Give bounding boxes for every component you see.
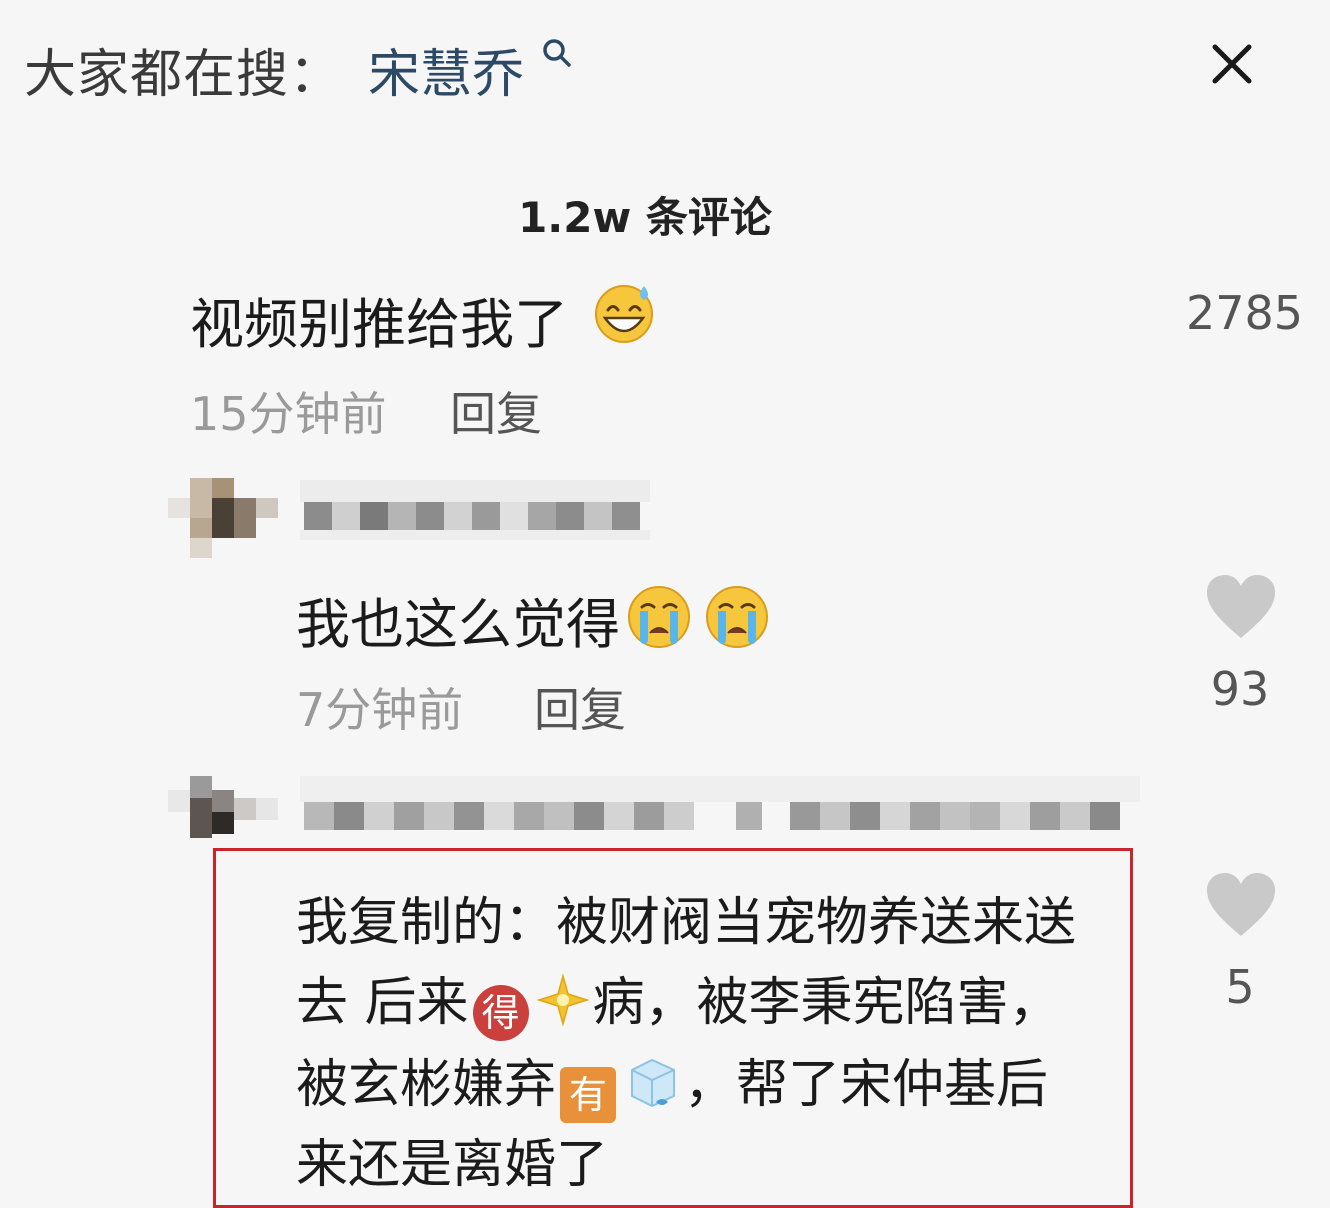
search-icon[interactable] <box>540 36 574 70</box>
heart-icon[interactable] <box>1205 872 1277 938</box>
badge-de: 得 <box>472 985 529 1041</box>
comment-count-title: 1.2w 条评论 <box>518 193 772 242</box>
comment-timestamp: 15分钟前 <box>190 387 387 441</box>
like-count: 93 <box>1210 662 1270 716</box>
avatar[interactable] <box>168 776 278 846</box>
close-icon[interactable] <box>1206 38 1258 90</box>
username-blurred[interactable] <box>300 776 1145 840</box>
reply-timestamp: 7分钟前 <box>296 683 464 737</box>
reply-button[interactable]: 回复 <box>450 378 542 444</box>
heart-icon[interactable] <box>1205 574 1277 640</box>
crying-emoji-icon <box>700 581 774 664</box>
reply-text-line: 来还是离婚了 <box>296 1135 609 1195</box>
reply-text-line: 被玄彬嫌弃有 ，帮了宋仲基后 <box>296 1042 1048 1123</box>
like-count: 2785 <box>1186 286 1304 340</box>
like-count: 5 <box>1225 960 1255 1014</box>
grinning-sweat-emoji-icon <box>590 280 660 348</box>
search-term-link[interactable]: 宋慧乔 <box>368 32 524 107</box>
sparkle-star-icon <box>535 972 591 1041</box>
badge-you: 有 <box>560 1067 617 1123</box>
reply-button[interactable]: 回复 <box>534 674 626 740</box>
reply-text-line: 去 后来得 病，被李秉宪陷害， <box>296 960 1061 1041</box>
crying-emoji-icon <box>622 581 696 664</box>
username-blurred[interactable] <box>300 480 660 540</box>
reply-text-line: 我复制的：被财阀当宠物养送来送 <box>296 893 1077 953</box>
comment-text: 视频别推给我了 <box>190 293 568 356</box>
reply-text: 我也这么觉得 <box>296 580 776 664</box>
avatar[interactable] <box>168 478 278 558</box>
ice-cube-icon <box>622 1052 682 1123</box>
search-prefix-label: 大家都在搜： <box>24 45 343 105</box>
